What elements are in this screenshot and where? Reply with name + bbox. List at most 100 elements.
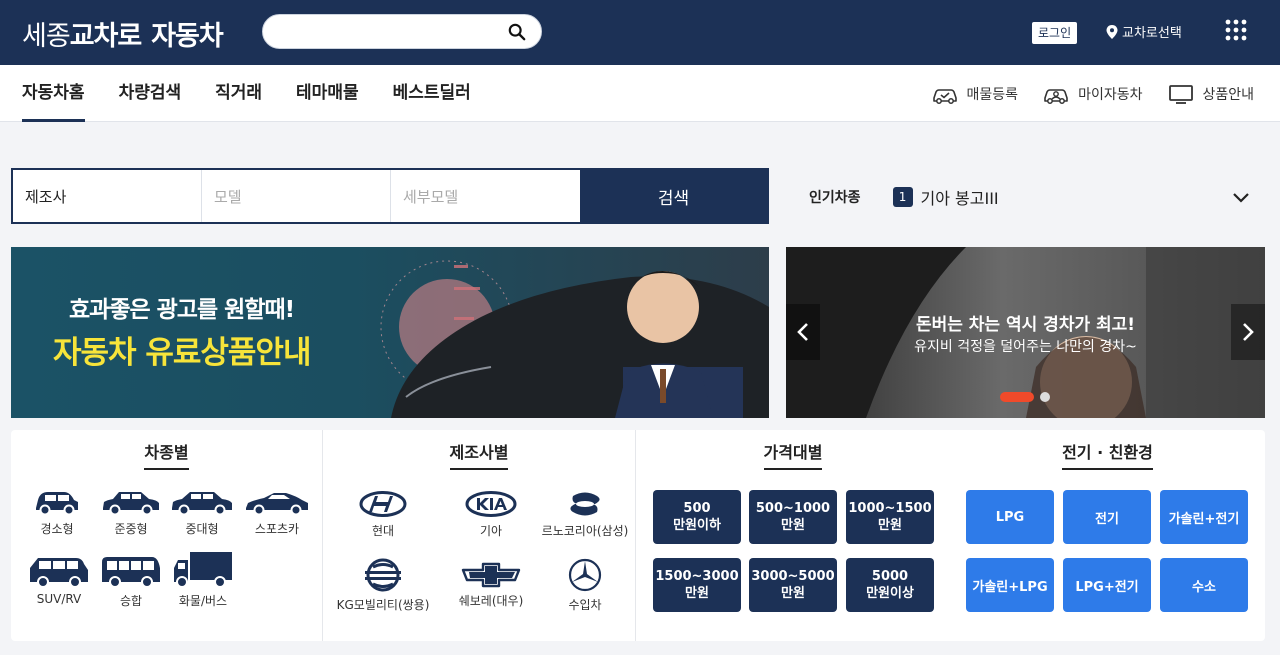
category-by-price: 가격대별 500 만원이하 500~1000 만원 1000~1500 만원 1… [636,430,950,641]
type-label: 화물/버스 [178,594,228,608]
type-mid-large[interactable]: 중대형 [169,488,235,537]
price-over-5000[interactable]: 5000 만원이상 [846,558,934,612]
van-icon [102,557,160,588]
car-check-icon [932,88,957,104]
model-select[interactable]: 모델 [202,170,391,222]
type-suv[interactable]: SUV/RV [27,554,91,606]
mercedes-logo-icon [568,558,602,592]
category-panel: 차종별 경소형 준중형 중대형 스포츠카 SUV/RV 승합 화물/버스 제조사… [11,430,1265,641]
tab-direct-deal[interactable]: 직거래 [215,65,262,122]
product-info-label: 상품안내 [1202,86,1254,103]
ad-banner[interactable]: 효과좋은 광고를 원할때! 자동차 유료상품안내 [11,247,769,418]
logo-text-1: 세종 [22,21,71,52]
maker-chevrolet[interactable]: 쉐보레(대우) [447,562,535,609]
type-van[interactable]: 승합 [99,554,163,609]
price-unit: 만원 [781,518,805,533]
price-3000-5000[interactable]: 3000~5000 만원 [749,558,837,612]
fuel-lpg[interactable]: LPG [966,490,1054,544]
search-icon[interactable] [508,23,526,41]
category-by-maker: 제조사별 현대 기아 르노코리아(삼성) KG모빌리티(쌍용) 쉐보레(대우) … [323,430,636,641]
price-1000-1500[interactable]: 1000~1500 만원 [846,490,934,544]
slider-next-button[interactable] [1231,304,1265,360]
truck-icon [174,552,232,588]
renault-logo-icon [570,492,600,516]
type-label: 준중형 [114,522,148,536]
fuel-hydrogen[interactable]: 수소 [1160,558,1248,612]
ad-banner-subheadline: 자동차 유료상품안내 [53,335,311,371]
menu-grid-icon[interactable] [1225,19,1247,41]
large-sedan-icon [172,492,232,516]
login-button[interactable]: 로그인 [1032,22,1078,44]
popular-model-name[interactable]: 기아 봉고III [921,185,999,209]
header-search-input[interactable] [277,22,507,42]
product-info-link[interactable]: 상품안내 [1166,83,1254,105]
tab-auto-home[interactable]: 자동차홈 [22,65,85,122]
type-label: 중대형 [185,522,219,536]
maker-renault[interactable]: 르노코리아(삼성) [537,490,633,539]
price-unit: 만원 [685,586,709,601]
slider-prev-button[interactable] [786,304,820,360]
maker-label: 수입차 [568,598,602,612]
maker-imported[interactable]: 수입차 [545,558,625,613]
tab-vehicle-search[interactable]: 차량검색 [119,65,182,122]
my-car-icon [1044,88,1068,104]
sports-car-icon [246,493,308,516]
price-unit: 만원이상 [866,586,914,601]
price-1500-3000[interactable]: 1500~3000 만원 [653,558,741,612]
maker-kg-mobility[interactable]: KG모빌리티(쌍용) [331,558,435,613]
my-car-label: 마이자동차 [1078,86,1143,103]
header-search [262,14,542,49]
car-search-button[interactable]: 검색 [580,170,767,222]
tab-best-dealer[interactable]: 베스트딜러 [393,65,471,122]
detail-model-select[interactable]: 세부모델 [391,170,580,222]
location-select[interactable]: 교차로선택 [1106,22,1182,41]
price-value: 500 [683,501,711,516]
maker-label: 현대 [371,524,395,538]
top-header: 세종교차로 자동차 로그인 교차로선택 [0,0,1280,65]
slider-dot-2[interactable] [1040,392,1050,402]
slider-dot-1[interactable] [1000,392,1034,402]
chevron-right-icon [1243,323,1254,341]
fuel-gasoline-lpg[interactable]: 가솔린+LPG [966,558,1054,612]
compact-car-icon [36,492,78,516]
tab-theme-listings[interactable]: 테마매물 [296,65,359,122]
nav-links: 매물등록 마이자동차 상품안내 [931,65,1254,122]
site-logo[interactable]: 세종교차로 자동차 [22,14,224,53]
type-semi-mid[interactable]: 준중형 [99,488,163,537]
type-sports[interactable]: 스포츠카 [243,488,311,537]
maker-hyundai[interactable]: 현대 [343,490,423,539]
promo-slider[interactable]: 돈버는 차는 역시 경차가 최고! 유지비 걱정을 덜어주는 나만의 경차~ [786,247,1265,418]
maker-label: 기아 [479,524,503,538]
fuel-electric[interactable]: 전기 [1063,490,1151,544]
type-compact[interactable]: 경소형 [27,488,87,537]
type-label: SUV/RV [36,592,82,606]
nav-tabs: 자동차홈 차량검색 직거래 테마매물 베스트딜러 [22,65,471,122]
maker-kia[interactable]: 기아 [451,490,531,539]
slider-pagination [1000,392,1050,402]
fuel-gasoline-electric[interactable]: 가솔린+전기 [1160,490,1248,544]
maker-label: 쉐보레(대우) [458,594,524,608]
register-listing-link[interactable]: 매물등록 [931,83,1018,105]
popular-label: 인기차종 [809,190,861,206]
price-value: 3000~5000 [751,569,835,584]
price-value: 500~1000 [755,501,831,516]
popular-models: 인기차종 1 기아 봉고III [809,185,1254,209]
price-500-1000[interactable]: 500~1000 만원 [749,490,837,544]
category-by-fuel: 전기 · 친환경 LPG 전기 가솔린+전기 가솔린+LPG LPG+전기 수소 [950,430,1265,641]
chevron-down-icon[interactable] [1230,186,1252,208]
type-label: 스포츠카 [254,522,300,536]
fuel-lpg-electric[interactable]: LPG+전기 [1063,558,1151,612]
price-under-500[interactable]: 500 만원이하 [653,490,741,544]
my-car-link[interactable]: 마이자동차 [1042,83,1142,105]
chevrolet-logo-icon [461,562,521,588]
location-pin-icon [1106,24,1118,39]
price-unit: 만원 [781,586,805,601]
by-type-title: 차종별 [144,439,189,470]
kia-logo-icon [465,491,517,517]
location-label: 교차로선택 [1122,26,1182,41]
type-truck-bus[interactable]: 화물/버스 [169,550,237,609]
maker-select[interactable]: 제조사 [13,170,202,222]
suv-icon [30,558,88,588]
ad-banner-headline: 효과좋은 광고를 원할때! [69,297,295,323]
type-label: 승합 [119,594,143,608]
